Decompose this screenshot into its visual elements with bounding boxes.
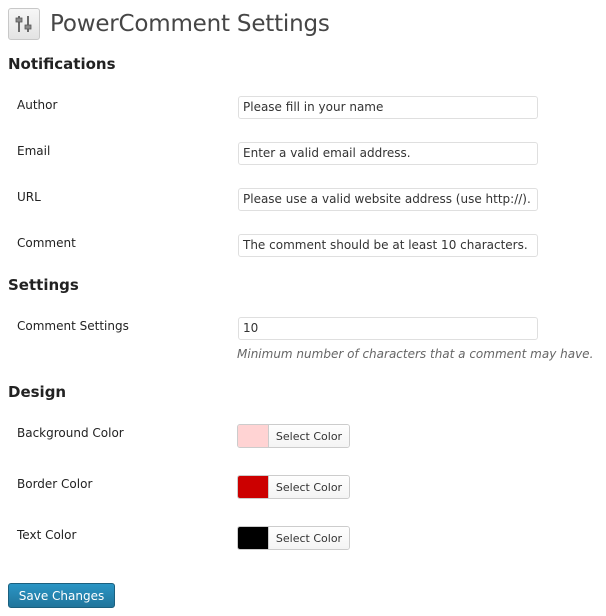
- comment-settings-label: Comment Settings: [17, 319, 129, 333]
- title-row: PowerComment Settings: [8, 8, 330, 40]
- comment-input[interactable]: The comment should be at least 10 charac…: [238, 234, 538, 257]
- background-color-picker[interactable]: Select Color: [237, 424, 350, 448]
- comment-min-length-input[interactable]: 10: [238, 317, 538, 340]
- email-input[interactable]: Enter a valid email address.: [238, 142, 538, 165]
- border-color-label: Border Color: [17, 477, 93, 491]
- text-select-color-button[interactable]: Select Color: [269, 527, 349, 549]
- background-color-label: Background Color: [17, 426, 124, 440]
- comment-label: Comment: [17, 236, 76, 250]
- border-select-color-button[interactable]: Select Color: [269, 476, 349, 498]
- background-color-swatch[interactable]: [238, 425, 269, 447]
- email-label: Email: [17, 144, 51, 158]
- comment-settings-hint: Minimum number of characters that a comm…: [237, 347, 594, 361]
- author-input[interactable]: Please fill in your name: [238, 96, 538, 119]
- text-color-label: Text Color: [17, 528, 77, 542]
- url-input[interactable]: Please use a valid website address (use …: [238, 188, 538, 211]
- section-heading-settings: Settings: [8, 276, 79, 294]
- settings-page: PowerComment Settings Notifications Auth…: [0, 0, 606, 616]
- section-heading-notifications: Notifications: [8, 55, 116, 73]
- save-changes-button[interactable]: Save Changes: [8, 583, 115, 608]
- border-color-picker[interactable]: Select Color: [237, 475, 350, 499]
- text-color-swatch[interactable]: [238, 527, 269, 549]
- text-color-picker[interactable]: Select Color: [237, 526, 350, 550]
- settings-sliders-icon: [8, 8, 40, 40]
- background-select-color-button[interactable]: Select Color: [269, 425, 349, 447]
- section-heading-design: Design: [8, 383, 67, 401]
- author-label: Author: [17, 98, 58, 112]
- page-title: PowerComment Settings: [50, 11, 330, 37]
- border-color-swatch[interactable]: [238, 476, 269, 498]
- url-label: URL: [17, 190, 41, 204]
